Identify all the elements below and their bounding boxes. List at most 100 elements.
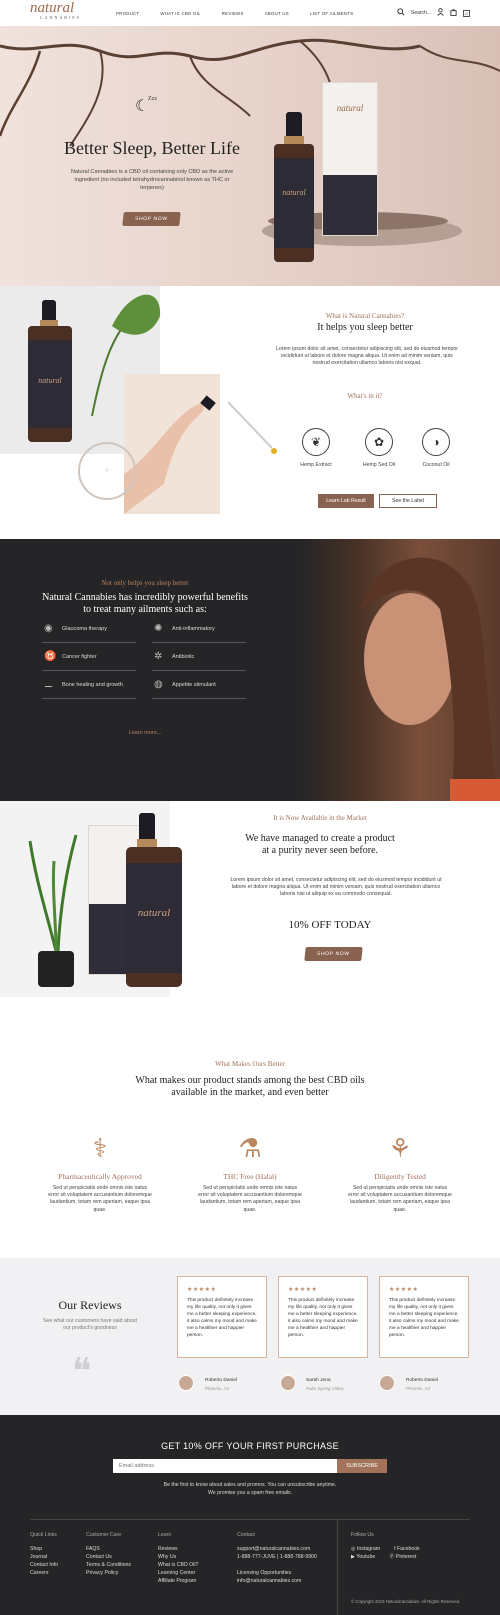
- benefit-appetite: ◍ Appetite stimulant: [152, 671, 246, 699]
- quick-links-column: Quick Links Shop Journal Contact Info Ca…: [30, 1531, 58, 1577]
- rating-stars: ★★★★★: [389, 1287, 419, 1293]
- subscribe-button[interactable]: SUBSCRIBE: [337, 1459, 387, 1473]
- footer-link-affiliate[interactable]: Affiliate Program: [158, 1577, 198, 1585]
- bottle: natural: [126, 847, 182, 987]
- learn-more-link[interactable]: Learn more...: [40, 730, 250, 736]
- youtube-link[interactable]: ▶ Youtube: [351, 1553, 375, 1561]
- learn-title: Learn: [158, 1532, 172, 1538]
- footer-link-what-is-cbd[interactable]: What is CBD Oil?: [158, 1561, 198, 1569]
- nav-list-of-ailments[interactable]: LIST OF AILMENTS: [310, 11, 353, 16]
- benefit-label: Cancer fighter: [62, 653, 97, 660]
- customer-care-column: Customer Care FAQS Contact Us Terms & Co…: [86, 1531, 131, 1577]
- hero-shop-now-button[interactable]: SHOP NOW: [122, 212, 181, 226]
- coconut-icon: ◑: [422, 428, 450, 456]
- benefit-antibiotic: ✲ Antibiotic: [152, 643, 246, 671]
- learn-lab-result-button[interactable]: Learn Lab Result: [318, 494, 374, 508]
- site-footer: GET 10% OFF YOUR FIRST PURCHASE SUBSCRIB…: [0, 1415, 500, 1615]
- benefit-label: Appetite stimulant: [172, 681, 216, 688]
- dropper-pipette: [228, 402, 277, 454]
- features-kicker: What Makes Ours Better: [215, 1060, 285, 1068]
- hemp-leaf-icon: ❦: [302, 428, 330, 456]
- header-tools: Search... 0: [397, 8, 470, 18]
- footer-link-reviews[interactable]: Reviews: [158, 1545, 198, 1553]
- reviews-section: Our Reviews See what our customers have …: [0, 1258, 500, 1415]
- ingredient-label: Hemp Sed Oil: [362, 462, 396, 468]
- feature-title: Diligently Tested: [374, 1172, 426, 1181]
- market-heading-line2: at a purity never seen before.: [261, 845, 379, 856]
- facebook-icon: f: [394, 1546, 396, 1552]
- footer-link-why-us[interactable]: Why Us: [158, 1553, 198, 1561]
- feature-thc-free: ⚗ THC Free (Halal) Sed ut perspiciatis u…: [198, 1133, 302, 1214]
- hero-text: Natural Cannabies is a CBD oil containin…: [70, 169, 234, 191]
- follow-title: Follow Us: [351, 1532, 374, 1538]
- features-heading: What makes our product stands among the …: [100, 1075, 400, 1099]
- avatar: [280, 1375, 296, 1391]
- footer-link-privacy[interactable]: Privacy Policy: [86, 1569, 131, 1577]
- dropper-cap: [286, 112, 302, 138]
- reviewer-name: Roberto Daniel: [205, 1378, 237, 1383]
- support-email[interactable]: support@naturalcannabies.com: [237, 1545, 317, 1553]
- newsletter-note-line1: Be the first to know about sales and pro…: [163, 1482, 337, 1488]
- benefit-label: Antibiotic: [172, 653, 195, 660]
- bottle-logo: natural: [282, 188, 306, 197]
- newsletter-note-line2: We promise you a spam free emails.: [207, 1490, 293, 1496]
- market-heading-line1: We have managed to create a product: [245, 833, 395, 844]
- instagram-link[interactable]: ◎ Instagram: [351, 1545, 380, 1553]
- bacteria-icon: ✲: [154, 651, 163, 662]
- cart-count[interactable]: 0: [463, 9, 470, 17]
- nav-about-us[interactable]: ABOUT US: [265, 11, 289, 16]
- footer-link-careers[interactable]: Careers: [30, 1569, 58, 1577]
- benefit-anti-inflammatory: ✺ Anti-inflammatory: [152, 615, 246, 643]
- main-nav: PRODUCT WHAT IS CBD OIL REVIEWS ABOUT US…: [116, 11, 374, 16]
- feature-title: THC Free (Halal): [223, 1172, 277, 1181]
- facebook-link[interactable]: f Facebook: [394, 1545, 420, 1553]
- search-icon[interactable]: [397, 8, 405, 18]
- email-input[interactable]: [113, 1459, 337, 1473]
- pinterest-link[interactable]: Ⓟ Pinterest: [389, 1553, 416, 1561]
- market-shop-now-button[interactable]: SHOP NOW: [304, 947, 363, 961]
- nav-what-is-cbd-oil[interactable]: WHAT IS CBD OIL: [160, 11, 200, 16]
- reviews-subtitle: See what our customers have said about o…: [42, 1318, 137, 1332]
- newsletter-note: Be the first to know about sales and pro…: [100, 1481, 400, 1497]
- cart-icon[interactable]: [450, 8, 457, 18]
- nav-product[interactable]: PRODUCT: [116, 11, 139, 16]
- footer-vertical-divider: [337, 1519, 338, 1615]
- bottle-logo: natural: [137, 907, 171, 919]
- benefits-heading: Natural Cannabies has incredibly powerfu…: [30, 592, 260, 616]
- ingredient-coconut-oil: ◑ Coconut Oil: [410, 428, 462, 468]
- bottle-logo: natural: [38, 376, 62, 385]
- benefit-label: Bone healing and growth: [62, 681, 123, 688]
- footer-link-faqs[interactable]: FAQS: [86, 1545, 131, 1553]
- youtube-icon: ▶: [351, 1554, 355, 1560]
- feature-text: Sed ut perspiciatis unde omnis iste natu…: [348, 1185, 452, 1213]
- see-the-label-button[interactable]: See the Label: [379, 494, 437, 508]
- logo[interactable]: natural CANNABIES: [30, 1, 110, 23]
- reviewer-name: Sarah Jena: [306, 1378, 331, 1383]
- about-kicker: What is Natural Cannabies?: [325, 312, 405, 320]
- feature-text: Sed ut perspiciatis unde omnis iste natu…: [198, 1185, 302, 1213]
- feature-text: Sed ut perspiciatis unde omnis iste natu…: [48, 1185, 152, 1213]
- benefit-cancer-fighter: ♉ Cancer fighter: [42, 643, 136, 671]
- footer-link-journal[interactable]: Journal: [30, 1553, 58, 1561]
- footer-link-terms[interactable]: Terms & Conditions: [86, 1561, 131, 1569]
- pharmacy-icon: ⚕: [92, 1133, 108, 1163]
- reviewer-location: Phoenix, AZ: [205, 1386, 230, 1391]
- eye-icon: ◉: [44, 623, 53, 634]
- review-text: This product definitely increase my life…: [187, 1298, 257, 1338]
- footer-link-contact-info[interactable]: Contact Info: [30, 1561, 58, 1569]
- footer-link-shop[interactable]: Shop: [30, 1545, 58, 1553]
- footer-link-contact-us[interactable]: Contact Us: [86, 1553, 131, 1561]
- customer-care-title: Customer Care: [86, 1532, 122, 1538]
- user-icon[interactable]: [437, 8, 444, 18]
- search-label[interactable]: Search...: [411, 10, 431, 16]
- licensing-link[interactable]: Licensing Opportunities: [237, 1569, 317, 1577]
- features-heading-line2: available in the market, and even better: [171, 1087, 329, 1098]
- review-text: This product definitely increase my life…: [288, 1298, 358, 1338]
- phone-numbers[interactable]: 1-888-777-JUVE | 1-888-788-9900: [237, 1553, 317, 1561]
- footer-link-learning-center[interactable]: Learning Center: [158, 1569, 198, 1577]
- plate-icon: ◍: [154, 679, 163, 690]
- info-email[interactable]: info@naturalcannabies.com: [237, 1577, 317, 1585]
- hero-title: Better Sleep, Better Life: [64, 138, 240, 158]
- nav-reviews[interactable]: REVIEWS: [222, 11, 244, 16]
- benefits-section: Not only helps you sleep better Natural …: [0, 539, 500, 801]
